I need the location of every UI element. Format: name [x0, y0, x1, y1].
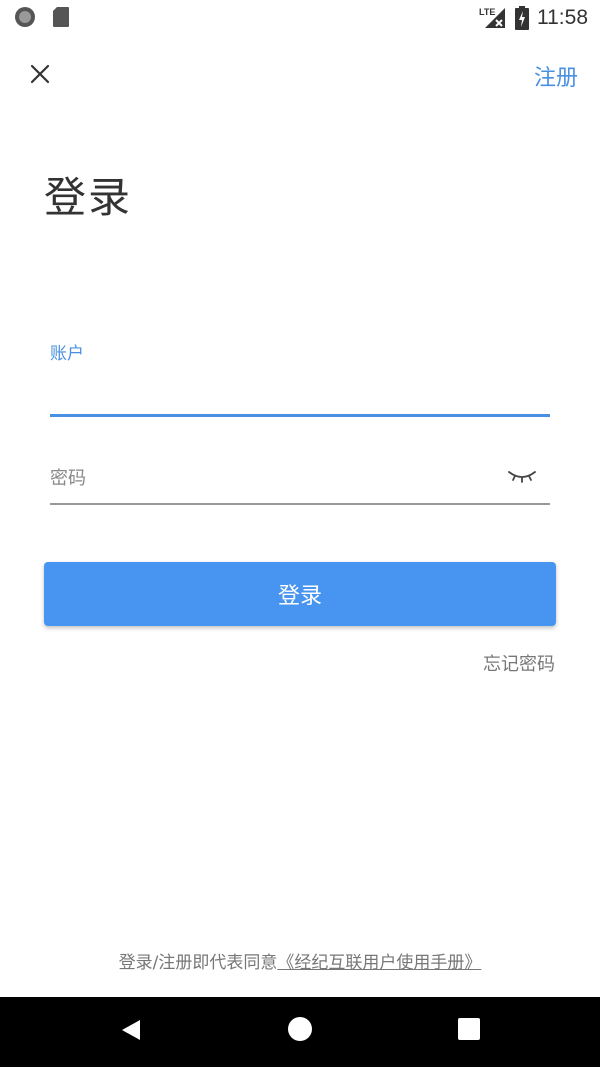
agreement-text: 登录/注册即代表同意《经纪互联用户使用手册》	[0, 948, 600, 973]
eye-closed-icon[interactable]	[507, 466, 537, 486]
status-bar: LTE 11:58	[0, 0, 600, 48]
recents-square-icon[interactable]	[458, 1018, 480, 1040]
page-title: 登录	[44, 173, 133, 222]
home-circle-icon[interactable]	[288, 1017, 312, 1041]
account-input[interactable]	[50, 365, 550, 415]
top-bar: 注册	[0, 48, 600, 104]
user-manual-link[interactable]: 《经纪互联用户使用手册》	[277, 953, 481, 973]
lte-signal-icon: LTE	[479, 7, 505, 28]
battery-icon	[515, 6, 529, 30]
forgot-password-link[interactable]: 忘记密码	[483, 650, 555, 676]
close-icon[interactable]	[24, 58, 56, 90]
login-button[interactable]: 登录	[44, 562, 556, 626]
back-triangle-icon[interactable]	[118, 1017, 144, 1043]
sd-card-icon	[53, 7, 69, 27]
circle-status-icon	[15, 7, 35, 27]
password-input[interactable]	[50, 455, 495, 501]
account-underline	[50, 414, 550, 417]
account-label: 账户	[50, 344, 84, 364]
status-time: 11:58	[537, 6, 588, 29]
agreement-prefix: 登录/注册即代表同意	[118, 953, 278, 973]
register-link[interactable]: 注册	[534, 60, 578, 92]
password-underline	[50, 503, 550, 505]
network-label: LTE	[479, 7, 495, 17]
navigation-bar	[0, 997, 600, 1067]
